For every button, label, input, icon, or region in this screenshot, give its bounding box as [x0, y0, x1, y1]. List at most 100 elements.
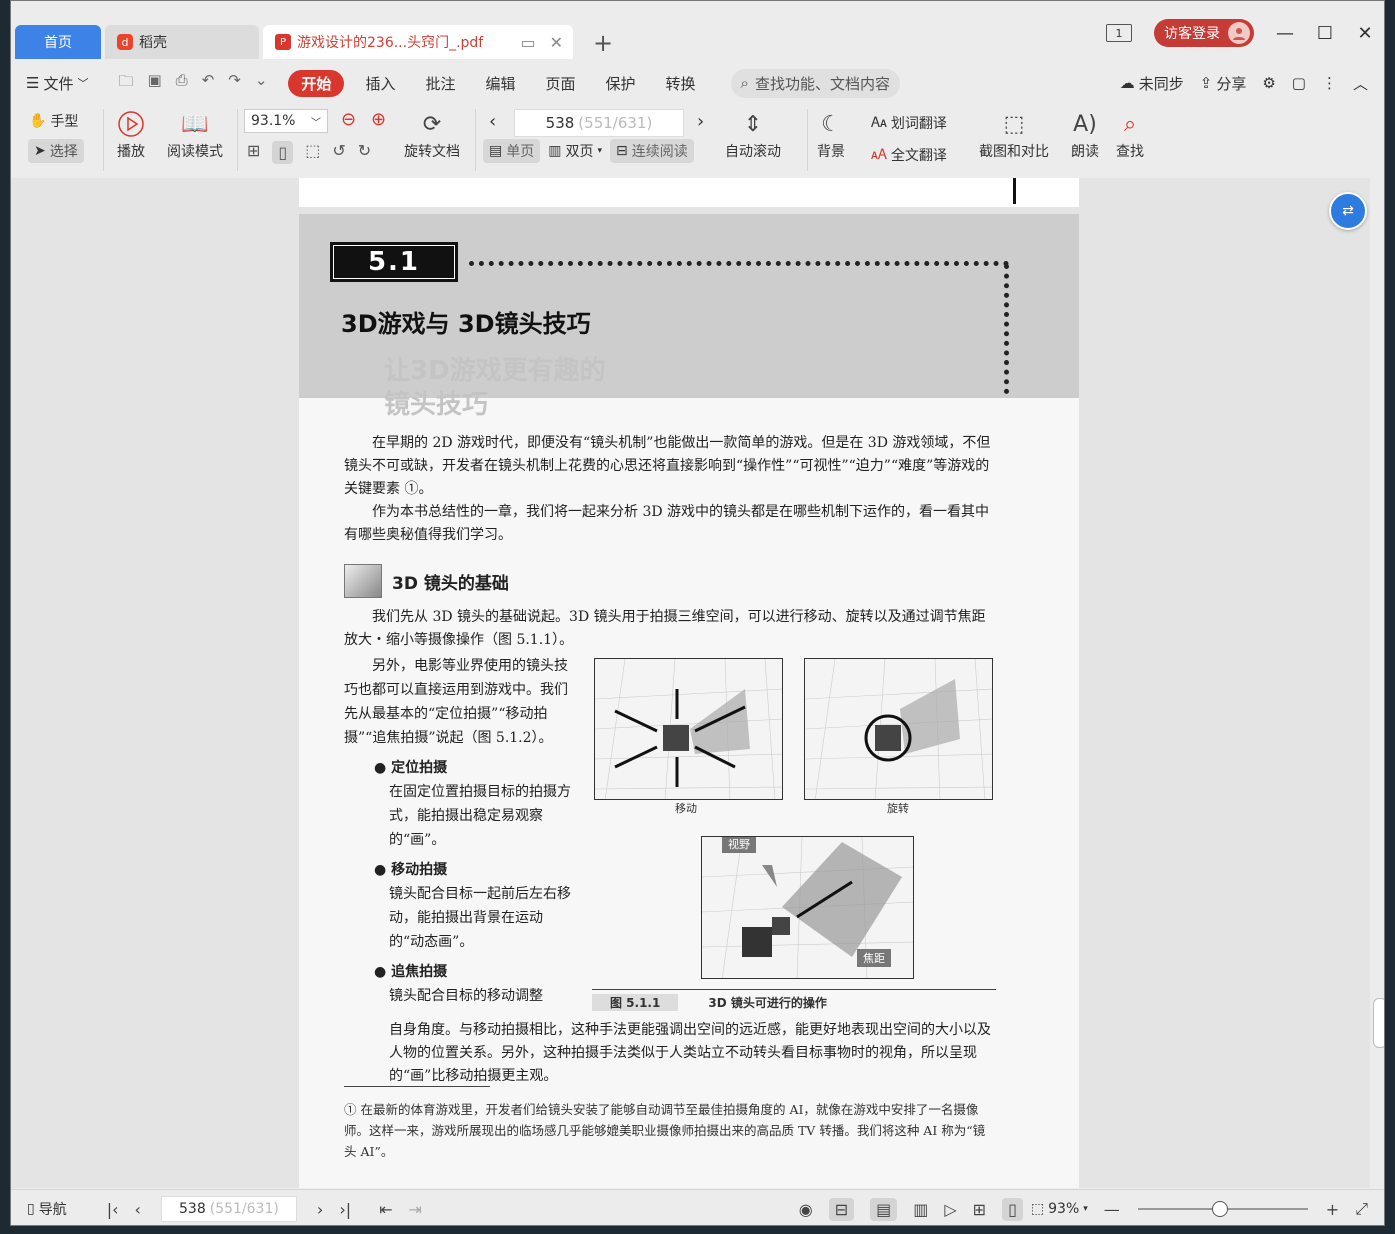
close-tab-icon[interactable]: ✕	[550, 33, 563, 52]
more-icon[interactable]: ⋮	[1322, 74, 1337, 92]
close-window-icon[interactable]: ✕	[1356, 23, 1374, 44]
prev-page-icon[interactable]: ‹	[489, 111, 496, 132]
tab-home[interactable]: 首页	[15, 25, 101, 59]
play-status-icon[interactable]: ▷	[944, 1200, 956, 1219]
select-tool[interactable]: ➤ 选择	[28, 139, 84, 163]
redo-icon[interactable]: ↷	[228, 71, 241, 96]
next-page-status-icon[interactable]: ›	[317, 1200, 323, 1219]
actual-size-status-icon[interactable]: ⊞	[973, 1200, 986, 1219]
window-count-badge[interactable]: 1	[1106, 24, 1132, 42]
full-translate-button[interactable]: 🗚 全文翻译	[871, 145, 947, 165]
continuous-reading-button[interactable]: ⊟ 连续阅读	[610, 139, 694, 163]
auto-scroll-button[interactable]: ⇕ 自动滚动	[725, 107, 781, 161]
file-menu[interactable]: ☰ 文件 ﹀	[11, 73, 103, 94]
single-page-status-icon[interactable]: ▤	[870, 1197, 898, 1221]
zoom-plus-icon[interactable]: +	[1326, 1200, 1339, 1219]
continuous-status-icon[interactable]: ⊟	[828, 1197, 855, 1221]
screenshot-compare-button[interactable]: ⬚ 截图和对比	[979, 107, 1049, 161]
vertical-scrollbar[interactable]	[1370, 178, 1384, 1188]
single-page-button[interactable]: ▤ 单页	[483, 139, 541, 163]
fit-page-status-icon[interactable]: ▯	[1002, 1197, 1023, 1221]
select-label: 选择	[49, 144, 78, 160]
document-viewport[interactable]: 5.1 3D游戏与 3D镜头技巧 让3D游戏更有趣的 镜头技巧 在早期的 2D …	[11, 178, 1372, 1188]
guest-login-button[interactable]: 访客登录	[1154, 19, 1254, 47]
scrollbar-thumb[interactable]	[1373, 998, 1384, 1048]
menu-page[interactable]: 页面	[530, 73, 590, 94]
background-button[interactable]: ☾ 背景	[817, 107, 845, 161]
floating-convert-icon[interactable]: ⇄	[1329, 192, 1367, 230]
focus-tag: 焦距	[857, 949, 891, 967]
zoom-out-icon[interactable]: ⊖	[341, 109, 356, 130]
share-button[interactable]: ⇪ 分享	[1200, 73, 1247, 94]
sync-status[interactable]: ☁ 未同步	[1120, 73, 1184, 94]
hamburger-icon: ☰	[26, 74, 40, 92]
figure-caption: 图 5.1.1 3D 镜头可进行的操作	[592, 989, 996, 1011]
paragraph-1: 在早期的 2D 游戏时代，即便没有“镜头机制”也能做出一款简单的游戏。但是在 3…	[344, 435, 991, 497]
zoom-minus-icon[interactable]: —	[1104, 1200, 1120, 1219]
zoom-in-icon[interactable]: ⊕	[371, 109, 386, 130]
background-label: 背景	[817, 144, 845, 160]
undo-icon[interactable]: ↶	[202, 71, 215, 96]
page-number-input[interactable]: 538 (551/631)	[514, 109, 684, 137]
rotate-left-icon[interactable]: ↺	[332, 141, 345, 164]
reading-mode-button[interactable]: 📖 阅读模式	[167, 107, 223, 161]
prev-page-status-icon[interactable]: ‹	[135, 1200, 141, 1219]
play-icon	[117, 107, 145, 141]
zoom-slider-knob[interactable]	[1211, 1201, 1228, 1217]
last-page-icon[interactable]: ›|	[339, 1200, 351, 1219]
save-icon[interactable]: ▣	[147, 71, 161, 96]
eye-care-icon[interactable]: ◉	[799, 1200, 813, 1219]
paragraph-3-block: 我们先从 3D 镜头的基础说起。3D 镜头用于拍摄三维空间，可以进行移动、旋转以…	[344, 606, 996, 652]
next-page-icon[interactable]: ›	[697, 111, 704, 132]
rotate-document-button[interactable]: ⟳ 旋转文档	[404, 107, 460, 161]
menu-convert[interactable]: 转换	[651, 73, 711, 94]
double-page-icon: ▥	[548, 143, 562, 159]
caption-text: 3D 镜头可进行的操作	[708, 996, 827, 1010]
tab-bar: 首页 d 稻壳 P 游戏设计的236...头窍门_.pdf ▭ ✕ + 1 访客…	[11, 1, 1384, 63]
double-page-button[interactable]: ▥ 双页 ▾	[548, 141, 602, 161]
menu-edit[interactable]: 编辑	[470, 73, 530, 94]
menu-protect[interactable]: 保护	[591, 73, 651, 94]
word-translate-button[interactable]: 🗛 划词翻译	[871, 113, 947, 133]
menu-start[interactable]: 开始	[288, 69, 345, 97]
collapse-ribbon-icon[interactable]: ︿	[1353, 73, 1368, 94]
status-page-input[interactable]: 538 (551/631)	[160, 1196, 297, 1222]
actual-size-icon[interactable]: ⊞	[247, 141, 260, 164]
rotate-right-icon[interactable]: ↻	[358, 141, 371, 164]
ribbon-toolbar: ✋ 手型 ➤ 选择 播放 📖 阅读模式 93.1% ﹀ ⊖ ⊕ ⊞ ▯ ⬚ ↺ ↻ …	[11, 103, 1384, 177]
fit-page-icon[interactable]: ▯	[272, 141, 294, 164]
open-folder-icon[interactable]: 🗀	[118, 71, 133, 96]
zoom-slider[interactable]	[1137, 1201, 1308, 1217]
fullscreen-icon[interactable]: ⤢	[1355, 1199, 1368, 1219]
back-icon[interactable]: ⇤	[379, 1200, 392, 1219]
file-menu-label: 文件	[43, 74, 74, 93]
add-tab-icon[interactable]: +	[593, 29, 613, 57]
maximize-icon[interactable]: ☐	[1316, 23, 1334, 44]
ghost-line-1: 让3D游戏更有趣的	[384, 356, 606, 386]
read-aloud-button[interactable]: A) 朗读	[1071, 107, 1099, 161]
double-page-status-icon[interactable]: ▥	[913, 1200, 928, 1219]
play-button[interactable]: 播放	[117, 107, 145, 161]
zoom-select[interactable]: 93.1% ﹀	[244, 109, 328, 133]
zoom-status-dropdown[interactable]: ⬚ 93% ▾	[1031, 1201, 1088, 1217]
minimize-icon[interactable]: —	[1276, 23, 1294, 44]
forward-icon[interactable]: ⇥	[409, 1200, 422, 1219]
first-page-icon[interactable]: |‹	[107, 1200, 119, 1219]
chevron-down-icon: ﹀	[77, 77, 89, 90]
gear-icon[interactable]: ⚙	[1262, 74, 1275, 92]
figure-move-label: 移动	[675, 802, 697, 815]
feature-search[interactable]: ⌕ 查找功能、文档内容	[730, 68, 900, 98]
menu-insert[interactable]: 插入	[350, 73, 410, 94]
hand-tool[interactable]: ✋ 手型	[29, 111, 78, 131]
tab-pdf-document[interactable]: P 游戏设计的236...头窍门_.pdf ▭ ✕	[263, 25, 573, 59]
fit-width-icon[interactable]: ⬚	[305, 141, 320, 164]
more-dropdown-icon[interactable]: ⌄	[255, 71, 268, 96]
print-icon[interactable]: ⎙	[176, 71, 188, 96]
monitor-icon[interactable]: ▭	[520, 33, 535, 52]
footnote-divider	[344, 1086, 490, 1087]
find-button[interactable]: ⌕ 查找	[1116, 107, 1144, 161]
menu-annotate[interactable]: 批注	[410, 73, 470, 94]
comment-icon[interactable]: ▢	[1292, 74, 1306, 92]
navigation-toggle[interactable]: ▯ 导航	[27, 1199, 67, 1219]
tab-daoke[interactable]: d 稻壳	[105, 25, 259, 59]
